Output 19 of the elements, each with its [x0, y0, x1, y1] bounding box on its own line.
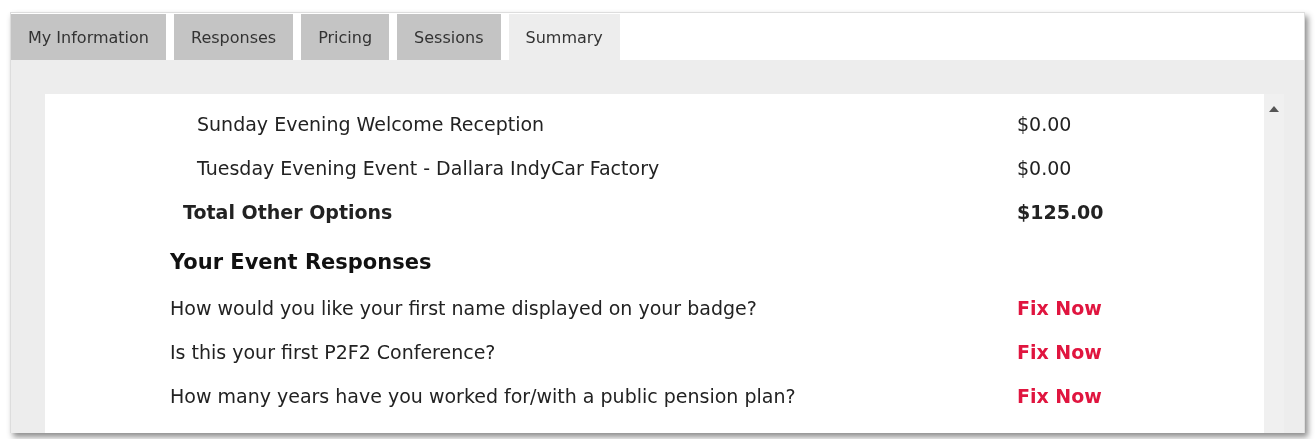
- section-heading: Your Event Responses: [170, 249, 433, 276]
- question-text: How many years have you worked for/with a public pension plan?: [170, 385, 797, 407]
- question-text: How would you like your first name displayed on your badge?: [170, 297, 758, 319]
- total-label: Total Other Options: [183, 201, 394, 223]
- tab[interactable]: Summary: [508, 14, 620, 60]
- tab[interactable]: Responses: [174, 14, 294, 60]
- fix-now-link[interactable]: Fix Now: [1017, 297, 1102, 319]
- fix-now-link[interactable]: Fix Now: [1017, 385, 1102, 407]
- tab[interactable]: Pricing: [301, 14, 390, 60]
- fix-now-link[interactable]: Fix Now: [1017, 341, 1102, 363]
- option-label: Tuesday Evening Event - Dallara IndyCar Factory: [197, 157, 661, 179]
- total-amount: $125.00: [1017, 201, 1104, 223]
- option-label: Sunday Evening Welcome Reception: [197, 113, 546, 135]
- question-text: Is this your first P2F2 Conference?: [170, 341, 497, 363]
- scroll-up-icon[interactable]: [1269, 106, 1279, 112]
- option-amount: $0.00: [1017, 157, 1072, 179]
- tab[interactable]: My Information: [11, 14, 166, 60]
- option-amount: $0.00: [1017, 113, 1072, 135]
- tab[interactable]: Sessions: [397, 14, 501, 60]
